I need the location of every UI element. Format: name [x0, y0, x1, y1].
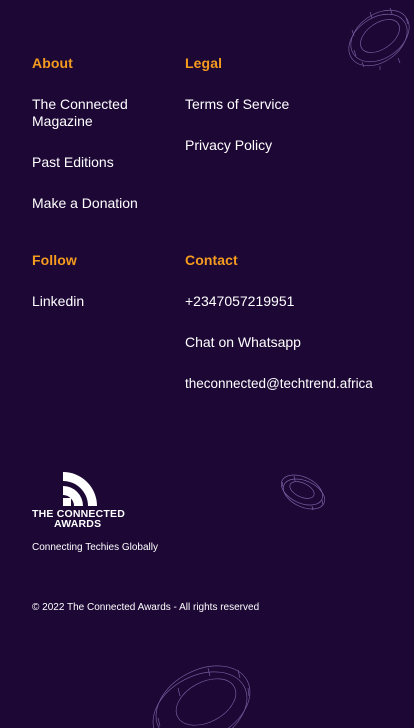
about-heading: About [32, 55, 73, 71]
follow-heading: Follow [32, 252, 77, 268]
legal-link-privacy[interactable]: Privacy Policy [185, 137, 272, 154]
brand-logo[interactable]: THE CONNECTED AWARDS [32, 471, 132, 529]
about-link-past-editions[interactable]: Past Editions [32, 154, 114, 171]
legal-heading: Legal [185, 55, 223, 71]
brand-tagline: Connecting Techies Globally [32, 542, 159, 553]
about-link-magazine[interactable]: The Connected Magazine [32, 96, 172, 130]
legal-link-terms[interactable]: Terms of Service [185, 96, 289, 113]
contact-heading: Contact [185, 252, 238, 268]
signal-waves-icon [63, 472, 97, 506]
contact-link-email[interactable]: theconnected@techtrend.africa [185, 375, 373, 392]
contact-link-phone[interactable]: +2347057219951 [185, 293, 294, 310]
wireframe-ring-icon [152, 665, 251, 728]
copyright-text: © 2022 The Connected Awards - All rights… [32, 602, 260, 613]
site-footer: About The Connected Magazine Past Editio… [0, 0, 414, 728]
logo-text-line2: AWARDS [54, 518, 102, 530]
about-link-donation[interactable]: Make a Donation [32, 195, 138, 212]
wireframe-ring-icon [348, 7, 410, 70]
contact-link-whatsapp[interactable]: Chat on Whatsapp [185, 334, 301, 351]
follow-link-linkedin[interactable]: Linkedin [32, 293, 84, 310]
wireframe-ring-icon [280, 474, 326, 511]
